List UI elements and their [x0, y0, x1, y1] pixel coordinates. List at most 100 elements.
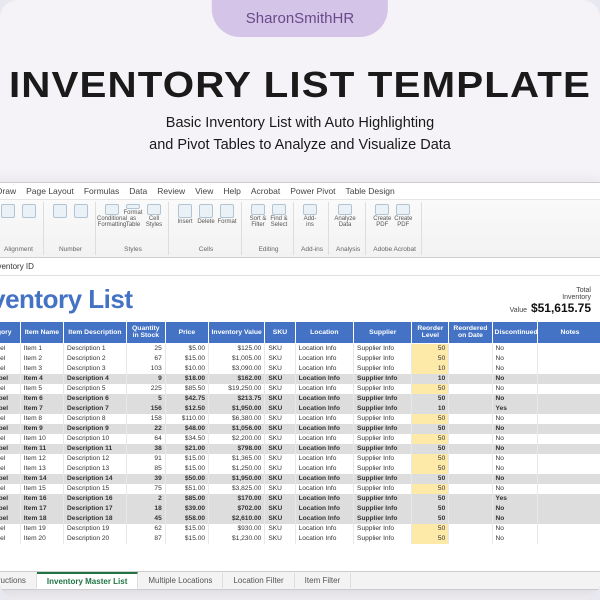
cell[interactable]: Description 9	[64, 424, 127, 434]
cell[interactable]	[449, 364, 492, 374]
cell[interactable]	[449, 384, 492, 394]
cell[interactable]: Item 11	[20, 444, 63, 454]
cell[interactable]: Category Label	[0, 384, 20, 394]
cell[interactable]: Location Info	[295, 414, 353, 424]
cell[interactable]: Item 20	[20, 534, 63, 544]
cell[interactable]: 103	[126, 364, 165, 374]
ribbon-btn[interactable]: Format	[218, 204, 236, 228]
cell[interactable]: Category Label	[0, 444, 20, 454]
table-row[interactable]: Category LabelItem 5Description 5225$85.…	[0, 384, 600, 394]
cell[interactable]: SKU	[265, 464, 295, 474]
cell[interactable]: Location Info	[295, 494, 353, 504]
table-row[interactable]: Category LabelItem 9Description 922$48.0…	[0, 424, 600, 434]
cell[interactable]: SKU	[265, 494, 295, 504]
cell[interactable]: Item 2	[20, 354, 63, 364]
cell[interactable]: $213.75	[209, 394, 265, 404]
col-header[interactable]: SKU	[265, 322, 295, 344]
cell[interactable]: Category Label	[0, 454, 20, 464]
table-row[interactable]: Category LabelItem 18Description 1845$58…	[0, 514, 600, 524]
cell[interactable]: SKU	[265, 414, 295, 424]
cell[interactable]: Item 19	[20, 524, 63, 534]
cell[interactable]: No	[492, 424, 537, 434]
cell[interactable]: 67	[126, 354, 165, 364]
cell[interactable]: Supplier Info	[354, 424, 412, 434]
cell[interactable]: $798.00	[209, 444, 265, 454]
cell[interactable]: No	[492, 474, 537, 484]
cell[interactable]: No	[492, 343, 537, 354]
table-row[interactable]: Category LabelItem 11Description 1138$21…	[0, 444, 600, 454]
cell[interactable]: $1,005.00	[209, 354, 265, 364]
cell[interactable]	[537, 524, 600, 534]
cell[interactable]	[537, 374, 600, 384]
cell[interactable]: No	[492, 514, 537, 524]
cell[interactable]: 50	[412, 464, 449, 474]
cell[interactable]: Category Label	[0, 484, 20, 494]
table-row[interactable]: Category LabelItem 20Description 2087$15…	[0, 534, 600, 544]
cell[interactable]: $21.00	[165, 444, 208, 454]
cell[interactable]: Item 14	[20, 474, 63, 484]
cell[interactable]: $50.00	[165, 474, 208, 484]
cell[interactable]: Location Info	[295, 484, 353, 494]
cell[interactable]: Supplier Info	[354, 484, 412, 494]
col-header[interactable]: Location	[295, 322, 353, 344]
cell[interactable]	[449, 354, 492, 364]
cell[interactable]: Category Label	[0, 434, 20, 444]
cell[interactable]: $85.00	[165, 494, 208, 504]
cell[interactable]: 10	[412, 404, 449, 414]
col-header[interactable]: Notes	[537, 322, 600, 344]
table-row[interactable]: Category LabelItem 16Description 162$85.…	[0, 494, 600, 504]
cell[interactable]: Category Label	[0, 464, 20, 474]
menu-power-pivot[interactable]: Power Pivot	[290, 186, 335, 196]
cell[interactable]: Location Info	[295, 444, 353, 454]
cell[interactable]: Supplier Info	[354, 343, 412, 354]
cell[interactable]: Location Info	[295, 364, 353, 374]
cell[interactable]: Supplier Info	[354, 384, 412, 394]
cell[interactable]: Category Label	[0, 494, 20, 504]
cell[interactable]: No	[492, 364, 537, 374]
cell[interactable]: Description 17	[64, 504, 127, 514]
cell[interactable]: $1,056.00	[209, 424, 265, 434]
cell[interactable]: Location Info	[295, 534, 353, 544]
cell[interactable]: 50	[412, 514, 449, 524]
table-row[interactable]: Category LabelItem 19Description 1962$15…	[0, 524, 600, 534]
cell[interactable]: 64	[126, 434, 165, 444]
table-row[interactable]: Category LabelItem 7Description 7156$12.…	[0, 404, 600, 414]
cell[interactable]	[449, 484, 492, 494]
cell[interactable]: Supplier Info	[354, 434, 412, 444]
cell[interactable]: $1,950.00	[209, 474, 265, 484]
cell[interactable]: SKU	[265, 534, 295, 544]
cell[interactable]: $3,825.00	[209, 484, 265, 494]
cell[interactable]: Supplier Info	[354, 354, 412, 364]
cell[interactable]: $12.50	[165, 404, 208, 414]
cell[interactable]: Supplier Info	[354, 414, 412, 424]
cell[interactable]: 75	[126, 484, 165, 494]
cell[interactable]: No	[492, 464, 537, 474]
menu-review[interactable]: Review	[157, 186, 185, 196]
cell[interactable]: $930.00	[209, 524, 265, 534]
cell[interactable]	[537, 343, 600, 354]
cell[interactable]: 50	[412, 534, 449, 544]
col-header[interactable]: Quantity in Stock	[126, 322, 165, 344]
cell[interactable]: Description 7	[64, 404, 127, 414]
cell[interactable]	[537, 434, 600, 444]
cell[interactable]: Location Info	[295, 454, 353, 464]
cell[interactable]: SKU	[265, 514, 295, 524]
table-row[interactable]: Category LabelItem 3Description 3103$10.…	[0, 364, 600, 374]
cell[interactable]: $15.00	[165, 464, 208, 474]
cell[interactable]: $15.00	[165, 534, 208, 544]
cell[interactable]: Description 5	[64, 384, 127, 394]
inventory-table[interactable]: Item CategoryItem NameItem DescriptionQu…	[0, 321, 600, 544]
col-header[interactable]: Reorder Level	[412, 322, 449, 344]
cell[interactable]: Item 5	[20, 384, 63, 394]
cell[interactable]	[449, 404, 492, 414]
cell[interactable]	[449, 534, 492, 544]
cell[interactable]: $702.00	[209, 504, 265, 514]
cell[interactable]: Category Label	[0, 343, 20, 354]
cell[interactable]: 5	[126, 394, 165, 404]
cell[interactable]: Description 2	[64, 354, 127, 364]
cell[interactable]: No	[492, 434, 537, 444]
cell[interactable]: SKU	[265, 404, 295, 414]
cell[interactable]: Location Info	[295, 404, 353, 414]
cell[interactable]: Description 3	[64, 364, 127, 374]
ribbon-btn[interactable]: Analyze Data	[336, 204, 354, 228]
